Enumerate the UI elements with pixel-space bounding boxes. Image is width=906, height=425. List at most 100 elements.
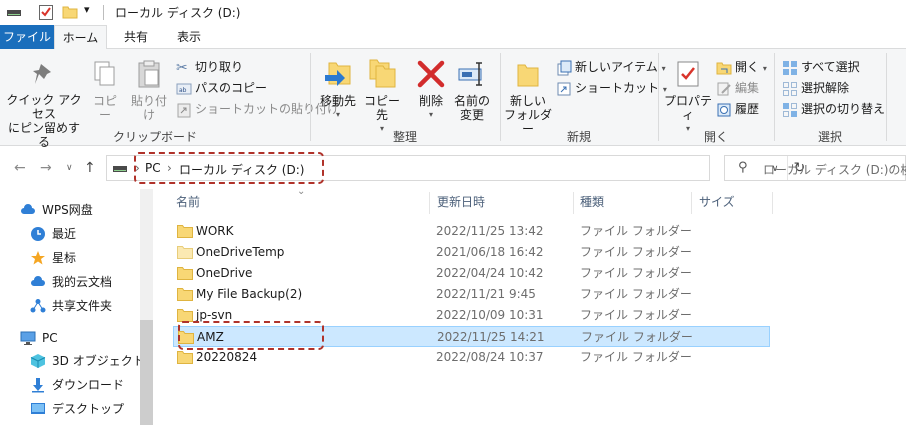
nav-item-wps-cloud[interactable]: WPS网盘 [0, 199, 140, 221]
nav-item-pc[interactable]: PC [0, 327, 140, 349]
copy-to-button[interactable]: コピー先 ▾ [360, 57, 404, 136]
rename-button[interactable]: 名前の 変更 [450, 57, 494, 122]
forward-arrow-icon[interactable]: → [40, 160, 52, 176]
move-to-button[interactable]: 移動先 ▾ [316, 57, 360, 122]
navigation-bar: ← → ∨ ↑ › PC › ローカル ディスク (D:) ∨ ↻ ⚲ ローカル… [0, 147, 906, 189]
file-type: ファイル フォルダー [581, 330, 693, 344]
up-arrow-icon[interactable]: ↑ [84, 160, 96, 176]
desktop-icon [31, 403, 45, 414]
nav-label: 3D オブジェクト [52, 354, 145, 368]
nav-item-downloads[interactable]: ダウンロード [0, 374, 140, 396]
table-row[interactable]: OneDriveTemp 2021/06/18 16:42 ファイル フォルダー [173, 242, 770, 263]
drive-icon [113, 166, 127, 172]
recent-locations-icon[interactable]: ∨ [66, 163, 73, 173]
file-type: ファイル フォルダー [580, 287, 692, 301]
nav-item-shared-folder[interactable]: 共享文件夹 [0, 295, 140, 317]
search-placeholder: ローカル ディスク (D:)の検索 [763, 163, 906, 177]
delete-button[interactable]: 削除 ▾ [412, 57, 450, 122]
nav-pane-scroll-thumb[interactable] [140, 320, 153, 425]
file-date: 2022/11/25 14:21 [437, 330, 545, 344]
tab-view[interactable]: 表示 [164, 25, 214, 49]
title-separator [103, 5, 104, 20]
new-folder-button[interactable]: 新しい フォルダー [504, 59, 552, 136]
folder-icon [177, 309, 193, 322]
folder-icon [177, 351, 193, 364]
copy-path-label: パスのコピー [195, 81, 268, 95]
delete-label: 削除 [418, 94, 443, 108]
nav-label: 最近 [52, 227, 77, 241]
nav-item-desktop[interactable]: デスクトップ [0, 398, 140, 420]
table-row[interactable]: My File Backup(2) 2022/11/21 9:45 ファイル フ… [173, 284, 770, 305]
edit-button[interactable]: 編集 [716, 78, 759, 98]
properties-label: プロパティ [663, 94, 712, 122]
table-row[interactable]: 20220824 2022/08/24 10:37 ファイル フォルダー [173, 347, 770, 368]
nav-label: ダウンロード [52, 378, 125, 392]
back-arrow-icon[interactable]: ← [14, 160, 26, 176]
nav-item-recent[interactable]: 最近 [0, 223, 140, 245]
star-icon [31, 251, 45, 265]
file-date: 2022/04/24 10:42 [436, 266, 544, 280]
paste-button[interactable]: 貼り付け [126, 59, 172, 122]
file-date: 2021/06/18 16:42 [436, 245, 544, 259]
nav-item-3d-objects[interactable]: 3D オブジェクト [0, 350, 145, 372]
rename-label-2: 変更 [459, 108, 484, 122]
search-box[interactable]: ⚲ ローカル ディスク (D:)の検索 [724, 155, 906, 181]
invert-selection-button[interactable]: 選択の切り替え [782, 99, 885, 119]
column-header-name[interactable]: 名前 [176, 189, 426, 215]
paste-shortcut-icon [177, 103, 191, 117]
column-header-size[interactable]: サイズ [699, 189, 769, 215]
properties-button[interactable]: プロパティ ▾ [662, 59, 714, 136]
table-row[interactable]: OneDrive 2022/04/24 10:42 ファイル フォルダー [173, 263, 770, 284]
shortcut-icon [557, 82, 571, 95]
column-divider[interactable] [573, 192, 574, 214]
ribbon-tabs: ファイル ホーム 共有 表示 [0, 25, 906, 50]
pin-quick-access-button[interactable]: クイック アクセス にピン留めする [4, 62, 84, 149]
delete-caret: ▾ [428, 110, 433, 119]
history-label: 履歴 [735, 102, 760, 116]
group-label-open: 開く [703, 130, 728, 144]
nav-label: デスクトップ [52, 402, 125, 416]
easy-access-button[interactable]: ショートカット ▾ [556, 78, 667, 98]
folder-icon [517, 64, 539, 87]
cut-label: 切り取り [195, 60, 244, 74]
file-list: ⌄ 名前 更新日時 種類 サイズ WORK 2022/11/25 13:42 フ… [153, 186, 906, 425]
column-header-date[interactable]: 更新日時 [437, 189, 577, 215]
select-none-button[interactable]: 選択解除 [782, 78, 849, 98]
customize-qat-icon[interactable]: ▾ [84, 3, 90, 16]
column-divider[interactable] [691, 192, 692, 214]
copy-path-button[interactable]: ab パスのコピー [176, 78, 267, 98]
cut-button[interactable]: ✂ 切り取り [176, 57, 243, 77]
new-item-button[interactable]: 新しいアイテム ▾ [556, 57, 666, 77]
invert-selection-label: 選択の切り替え [801, 102, 886, 116]
nav-item-starred[interactable]: 星标 [0, 247, 140, 269]
history-button[interactable]: 履歴 [716, 99, 759, 119]
open-button[interactable]: 開く ▾ [716, 57, 767, 77]
cloud-icon [21, 204, 35, 214]
tab-home[interactable]: ホーム [54, 25, 107, 50]
paste-shortcut-button[interactable]: ショートカットの貼り付け [176, 99, 339, 119]
new-folder-icon[interactable] [62, 4, 78, 19]
table-row[interactable]: WORK 2022/11/25 13:42 ファイル フォルダー [173, 221, 770, 242]
select-none-icon [783, 81, 797, 96]
tab-file[interactable]: ファイル [0, 25, 54, 49]
properties-icon[interactable] [38, 4, 54, 21]
properties-check-icon [677, 61, 699, 87]
open-icon [716, 62, 732, 74]
paste-icon [138, 60, 160, 88]
file-date: 2022/11/25 13:42 [436, 224, 544, 238]
copy-to-label: コピー先 [363, 94, 400, 122]
file-type: ファイル フォルダー [580, 224, 692, 238]
copy-path-icon: ab [176, 83, 192, 94]
column-header-type[interactable]: 種類 [580, 189, 690, 215]
nav-label: 星标 [52, 251, 77, 265]
nav-item-my-cloud-docs[interactable]: 我的云文档 [0, 271, 140, 293]
delete-icon [417, 60, 445, 88]
select-all-button[interactable]: すべて選択 [782, 57, 860, 77]
copy-button[interactable]: コピー [89, 59, 121, 122]
column-divider[interactable] [772, 192, 773, 214]
tab-share[interactable]: 共有 [110, 25, 162, 49]
cloud-doc-icon [31, 276, 45, 286]
file-date: 2022/08/24 10:37 [436, 350, 544, 364]
invert-selection-icon [783, 102, 797, 117]
column-divider[interactable] [429, 192, 430, 214]
